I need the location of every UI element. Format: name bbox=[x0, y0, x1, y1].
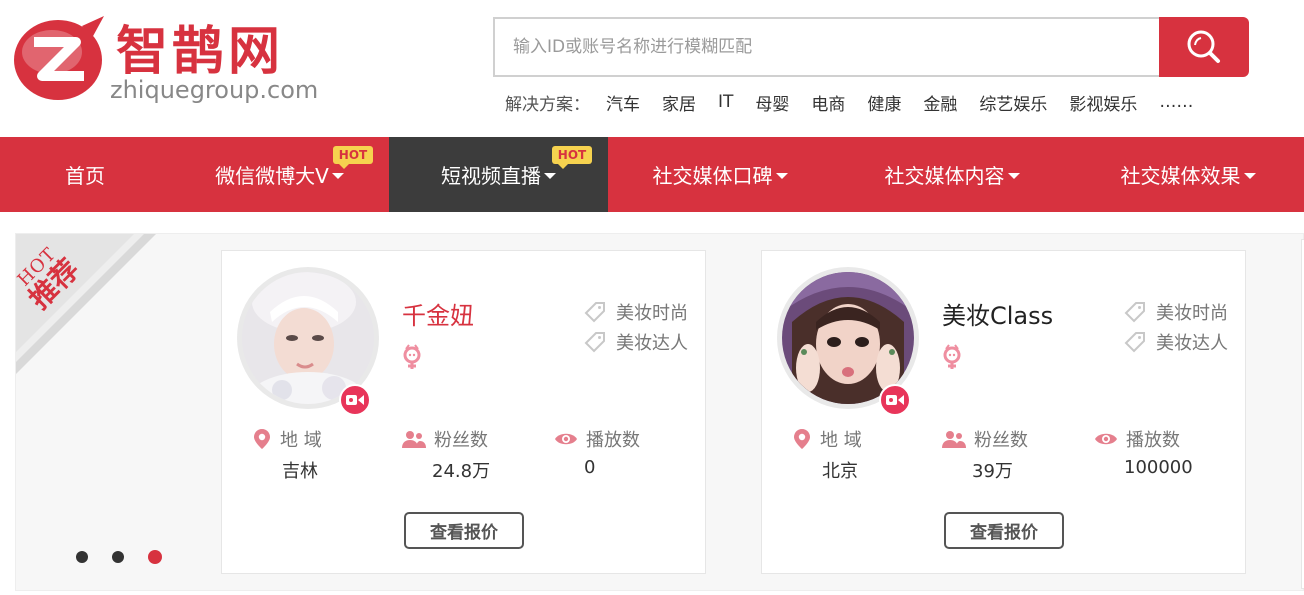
caret-down-icon bbox=[1243, 172, 1256, 179]
solution-link-health[interactable]: 健康 bbox=[867, 90, 901, 115]
gender-female-icon bbox=[942, 343, 962, 373]
search-bar bbox=[493, 17, 1249, 77]
main-nav: 首页 微信微博大V HOT 短视频直播 HOT 社交媒体口碑 社交媒体内容 社交… bbox=[0, 137, 1304, 212]
logo-en-suffix: group.com bbox=[189, 76, 319, 104]
influencer-card[interactable]: 千金妞 美妆时尚 美妆达人 地 域 吉林 粉丝数 24.8万 播放数 0 查看报… bbox=[221, 250, 706, 574]
stat-label: 地 域 bbox=[820, 430, 862, 451]
nav-item-label: 社交媒体效果 bbox=[1120, 164, 1241, 188]
video-camera-icon bbox=[886, 395, 904, 405]
stat-label: 粉丝数 bbox=[434, 430, 488, 451]
nav-item-home[interactable]: 首页 bbox=[0, 137, 170, 212]
category-tag: 美妆时尚 bbox=[1124, 297, 1228, 327]
stat-label: 播放数 bbox=[586, 430, 640, 451]
plays-value: 0 bbox=[584, 457, 596, 478]
fans-value: 39万 bbox=[972, 461, 1013, 482]
category-tags: 美妆时尚 美妆达人 bbox=[584, 297, 688, 357]
stat-plays: 播放数 0 bbox=[554, 425, 640, 478]
stat-plays: 播放数 100000 bbox=[1094, 425, 1193, 478]
logo-chinese-text: 智鹊网 bbox=[116, 22, 285, 82]
fans-people-icon bbox=[942, 431, 966, 448]
category-tag: 美妆达人 bbox=[584, 327, 688, 357]
fans-value: 24.8万 bbox=[432, 461, 491, 482]
nav-item-label: 微信微博大V bbox=[215, 164, 329, 188]
logo-mark-icon bbox=[14, 16, 104, 100]
location-pin-icon bbox=[794, 429, 810, 449]
nav-item-wechat-weibo[interactable]: 微信微博大V HOT bbox=[170, 137, 389, 212]
location-pin-icon bbox=[254, 429, 270, 449]
stat-fans: 粉丝数 39万 bbox=[942, 425, 1028, 483]
tag-label: 美妆时尚 bbox=[1156, 303, 1228, 324]
hot-badge: HOT bbox=[333, 146, 373, 169]
carousel-dots bbox=[76, 550, 186, 564]
logo[interactable]: 智鹊网 zhiquegroup.com bbox=[12, 12, 318, 112]
eye-icon bbox=[1095, 433, 1117, 445]
view-quote-button[interactable]: 查看报价 bbox=[944, 512, 1064, 549]
tag-icon bbox=[1124, 302, 1145, 323]
region-value: 北京 bbox=[822, 461, 858, 482]
tag-label: 美妆达人 bbox=[1156, 333, 1228, 354]
solution-link-more[interactable]: …… bbox=[1159, 92, 1193, 112]
category-tag: 美妆时尚 bbox=[584, 297, 688, 327]
tag-icon bbox=[1124, 332, 1145, 353]
caret-down-icon bbox=[1007, 172, 1020, 179]
hot-badge: HOT bbox=[552, 146, 592, 169]
caret-down-icon bbox=[331, 172, 344, 179]
caret-down-icon bbox=[544, 172, 556, 179]
nav-item-label: 首页 bbox=[65, 164, 105, 188]
stat-label: 粉丝数 bbox=[974, 430, 1028, 451]
search-input[interactable] bbox=[493, 17, 1161, 77]
carousel-dot-2[interactable] bbox=[112, 551, 124, 563]
logo-english-text: zhiquegroup.com bbox=[110, 76, 318, 104]
tag-icon bbox=[584, 332, 605, 353]
solutions-bar: 解决方案： 汽车 家居 IT 母婴 电商 健康 金融 综艺娱乐 影视娱乐 …… bbox=[505, 90, 1215, 115]
nav-item-short-video[interactable]: 短视频直播 HOT bbox=[389, 137, 608, 212]
fans-people-icon bbox=[402, 431, 426, 448]
category-tag: 美妆达人 bbox=[1124, 327, 1228, 357]
stat-label: 地 域 bbox=[280, 430, 322, 451]
nav-item-social-reputation[interactable]: 社交媒体口碑 bbox=[608, 137, 832, 212]
solution-link-home[interactable]: 家居 bbox=[662, 90, 696, 115]
tag-label: 美妆达人 bbox=[616, 333, 688, 354]
header: 智鹊网 zhiquegroup.com 解决方案： 汽车 家居 IT 母婴 电商… bbox=[0, 0, 1304, 137]
category-tags: 美妆时尚 美妆达人 bbox=[1124, 297, 1228, 357]
stat-region: 地 域 北京 bbox=[792, 425, 862, 483]
influencer-card[interactable]: 美妆Class 美妆时尚 美妆达人 地 域 北京 粉丝数 39万 播放数 100… bbox=[761, 250, 1246, 574]
region-value: 吉林 bbox=[282, 461, 318, 482]
solution-link-auto[interactable]: 汽车 bbox=[606, 90, 640, 115]
influencer-name[interactable]: 千金妞 bbox=[402, 296, 474, 331]
stat-label: 播放数 bbox=[1126, 430, 1180, 451]
search-button[interactable] bbox=[1159, 17, 1249, 77]
solutions-label: 解决方案： bbox=[505, 94, 590, 115]
nav-item-label: 社交媒体内容 bbox=[884, 164, 1005, 188]
solution-link-film[interactable]: 影视娱乐 bbox=[1069, 90, 1137, 115]
caret-down-icon bbox=[775, 172, 788, 179]
plays-value: 100000 bbox=[1124, 457, 1193, 478]
solution-link-finance[interactable]: 金融 bbox=[923, 90, 957, 115]
tag-label: 美妆时尚 bbox=[616, 303, 688, 324]
nav-item-label: 短视频直播 bbox=[441, 164, 541, 188]
solution-link-variety[interactable]: 综艺娱乐 bbox=[979, 90, 1047, 115]
search-icon bbox=[1187, 30, 1220, 63]
nav-item-social-content[interactable]: 社交媒体内容 bbox=[832, 137, 1072, 212]
hot-recommend-ribbon: HOT 推荐 bbox=[16, 234, 156, 374]
solution-link-baby[interactable]: 母婴 bbox=[755, 90, 789, 115]
carousel-dot-3[interactable] bbox=[148, 550, 162, 564]
influencer-name[interactable]: 美妆Class bbox=[942, 296, 1053, 331]
view-quote-button[interactable]: 查看报价 bbox=[404, 512, 524, 549]
recommend-section: HOT 推荐 千金妞 美妆时尚 美妆达人 地 域 吉林 粉丝数 24.8万 播放… bbox=[15, 233, 1304, 591]
eye-icon bbox=[555, 433, 577, 445]
video-camera-icon bbox=[346, 395, 364, 405]
tag-icon bbox=[584, 302, 605, 323]
logo-en-prefix: zhique bbox=[110, 76, 190, 104]
solution-link-it[interactable]: IT bbox=[718, 92, 733, 112]
video-badge bbox=[879, 384, 911, 416]
video-badge bbox=[339, 384, 371, 416]
gender-female-icon bbox=[402, 343, 422, 373]
solution-link-ecommerce[interactable]: 电商 bbox=[811, 90, 845, 115]
carousel-dot-1[interactable] bbox=[76, 551, 88, 563]
stat-region: 地 域 吉林 bbox=[252, 425, 322, 483]
stat-fans: 粉丝数 24.8万 bbox=[402, 425, 490, 483]
nav-item-social-effect[interactable]: 社交媒体效果 bbox=[1072, 137, 1304, 212]
nav-item-label: 社交媒体口碑 bbox=[652, 164, 773, 188]
